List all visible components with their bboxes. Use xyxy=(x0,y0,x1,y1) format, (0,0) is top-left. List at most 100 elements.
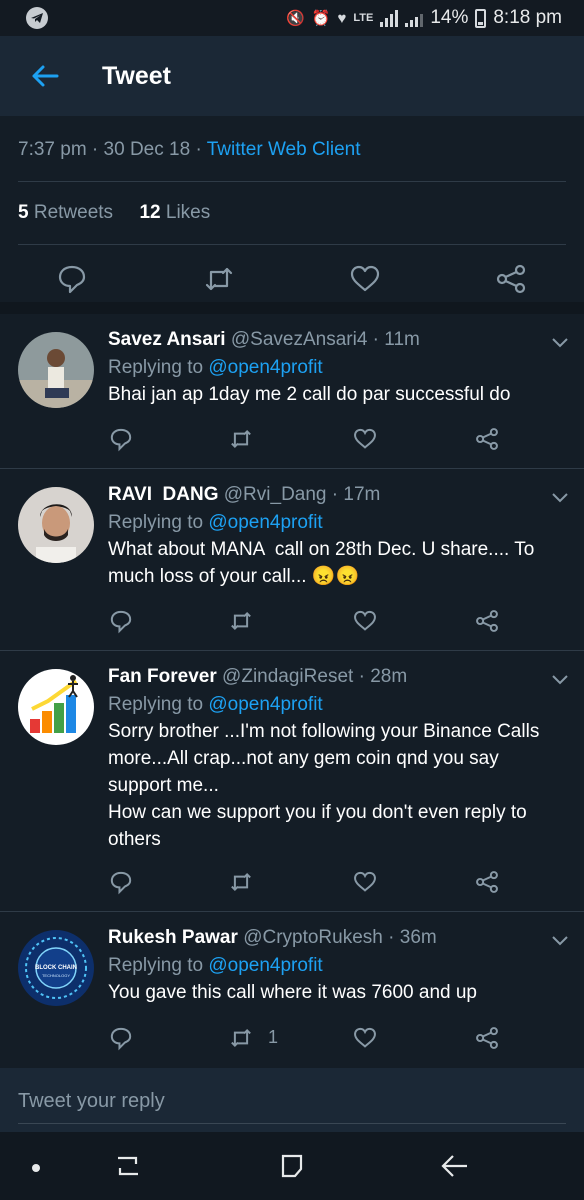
chevron-down-icon[interactable] xyxy=(552,675,568,685)
share-icon[interactable] xyxy=(474,869,500,895)
tweet-meta: 7:37 pm · 30 Dec 18 · Twitter Web Client xyxy=(18,139,361,161)
retweet-icon[interactable] xyxy=(202,262,236,296)
reply-tweet[interactable]: RAVI DANG @Rvi_Dang · 17m Replying to @o… xyxy=(0,469,584,649)
tweet-client-link[interactable]: Twitter Web Client xyxy=(207,139,361,160)
replying-label: Replying to xyxy=(108,357,204,378)
recents-icon[interactable] xyxy=(114,1152,142,1180)
meta-separator: · xyxy=(190,139,207,160)
back-button[interactable] xyxy=(0,36,90,116)
tweet-stats: 5 Retweets 12 Likes xyxy=(18,202,210,224)
tweet-time: 7:37 pm xyxy=(18,139,87,160)
share-icon[interactable] xyxy=(474,1025,500,1051)
tweet-age: 36m xyxy=(399,927,437,948)
likes-count: 12 xyxy=(139,202,161,223)
author-handle: @ZindagiReset xyxy=(222,666,354,687)
like-icon[interactable] xyxy=(348,262,382,296)
tweet-age: 17m xyxy=(343,484,381,505)
reply-tweet[interactable]: Fan Forever @ZindagiReset · 28m Replying… xyxy=(0,651,584,910)
tweet-date: 30 Dec 18 xyxy=(103,139,191,160)
battery-icon xyxy=(475,8,487,28)
tweet-text: What about MANA call on 28th Dec. U shar… xyxy=(108,539,540,587)
share-icon[interactable] xyxy=(474,608,500,634)
retweets-count: 5 xyxy=(18,202,29,223)
reply-icon[interactable] xyxy=(108,1025,134,1051)
tweet-age: 28m xyxy=(370,666,408,687)
retweet-icon[interactable] xyxy=(228,608,254,634)
signal-icon xyxy=(380,9,399,27)
reply-actions: 1 xyxy=(108,1025,508,1055)
tweet-age: 11m xyxy=(384,329,420,350)
reply-actions xyxy=(108,426,508,456)
avatar[interactable] xyxy=(18,669,94,745)
like-icon[interactable] xyxy=(352,608,378,634)
battery-percent: 14% xyxy=(430,7,469,28)
tweet-text: Bhai jan ap 1day me 2 call do par succes… xyxy=(108,384,511,405)
avatar[interactable]: BLOCK CHAIN TECHNOLOGY xyxy=(18,930,94,1006)
avatar[interactable] xyxy=(18,332,94,408)
retweet-icon[interactable] xyxy=(228,869,254,895)
replying-label: Replying to xyxy=(108,694,204,715)
avatar-text: BLOCK CHAIN xyxy=(35,965,77,971)
reply-tweet[interactable]: BLOCK CHAIN TECHNOLOGY Rukesh Pawar @Cryp… xyxy=(0,912,584,1066)
like-icon[interactable] xyxy=(352,869,378,895)
replying-label: Replying to xyxy=(108,512,204,533)
retweet-count: 1 xyxy=(268,1027,279,1047)
home-icon[interactable] xyxy=(278,1152,306,1180)
divider xyxy=(18,181,566,182)
reply-actions xyxy=(108,608,508,638)
replying-label: Replying to xyxy=(108,955,204,976)
tweet-text: Sorry brother ...I'm not following your … xyxy=(108,721,540,850)
author-name[interactable]: Rukesh Pawar xyxy=(108,927,238,948)
author-name[interactable]: Savez Ansari xyxy=(108,329,226,350)
like-icon[interactable] xyxy=(352,1025,378,1051)
share-icon[interactable] xyxy=(474,426,500,452)
chevron-down-icon[interactable] xyxy=(552,936,568,946)
section-separator xyxy=(0,302,584,314)
alarm-icon: ⏰ xyxy=(311,10,331,27)
back-icon[interactable] xyxy=(440,1152,470,1180)
chevron-down-icon[interactable] xyxy=(552,338,568,348)
reply-icon[interactable] xyxy=(108,608,134,634)
replying-to-link[interactable]: @open4profit xyxy=(208,357,322,378)
author-name[interactable]: Fan Forever xyxy=(108,666,217,687)
reply-actions xyxy=(108,869,508,899)
reply-composer[interactable]: Tweet your reply xyxy=(0,1068,584,1132)
page-title: Tweet xyxy=(102,61,171,90)
reply-icon[interactable] xyxy=(108,869,134,895)
replying-to-link[interactable]: @open4profit xyxy=(208,955,322,976)
mute-icon: 🔇 xyxy=(286,10,305,27)
reply-input[interactable]: Tweet your reply xyxy=(18,1090,165,1113)
retweets-label: Retweets xyxy=(33,202,114,223)
telegram-icon xyxy=(26,7,48,29)
replying-to-link[interactable]: @open4profit xyxy=(208,512,322,533)
reply-tweet[interactable]: Savez Ansari @SavezAnsari4 · 11m Replyin… xyxy=(0,314,584,467)
tweet-text: You gave this call where it was 7600 and… xyxy=(108,982,477,1003)
heart-icon: ♥ xyxy=(337,9,347,27)
app-header: Tweet xyxy=(0,36,584,116)
avatar[interactable] xyxy=(18,487,94,563)
author-handle: @SavezAnsari4 xyxy=(230,329,368,350)
arrow-left-icon xyxy=(32,65,59,87)
retweets-link[interactable]: 5 Retweets xyxy=(18,202,113,223)
retweet-icon[interactable] xyxy=(228,1025,254,1051)
reply-icon[interactable] xyxy=(108,426,134,452)
tweet-actions xyxy=(0,256,584,302)
signal-icon xyxy=(405,9,424,27)
share-icon[interactable] xyxy=(494,262,528,296)
author-name[interactable]: RAVI DANG xyxy=(108,484,218,505)
author-handle: @CryptoRukesh xyxy=(243,927,383,948)
status-bar: 🔇 ⏰ ♥ LTE 14% 8:18 pm xyxy=(0,0,584,36)
reply-icon[interactable] xyxy=(55,262,89,296)
likes-label: Likes xyxy=(165,202,211,223)
dot-icon[interactable] xyxy=(30,1162,42,1174)
replying-to-link[interactable]: @open4profit xyxy=(208,694,322,715)
clock: 8:18 pm xyxy=(493,7,562,28)
lte-icon: LTE xyxy=(353,12,374,24)
chevron-down-icon[interactable] xyxy=(552,493,568,503)
meta-separator: · xyxy=(86,139,104,160)
like-icon[interactable] xyxy=(352,426,378,452)
system-nav-bar xyxy=(0,1132,584,1200)
divider xyxy=(18,244,566,245)
retweet-icon[interactable] xyxy=(228,426,254,452)
likes-link[interactable]: 12 Likes xyxy=(139,202,210,223)
